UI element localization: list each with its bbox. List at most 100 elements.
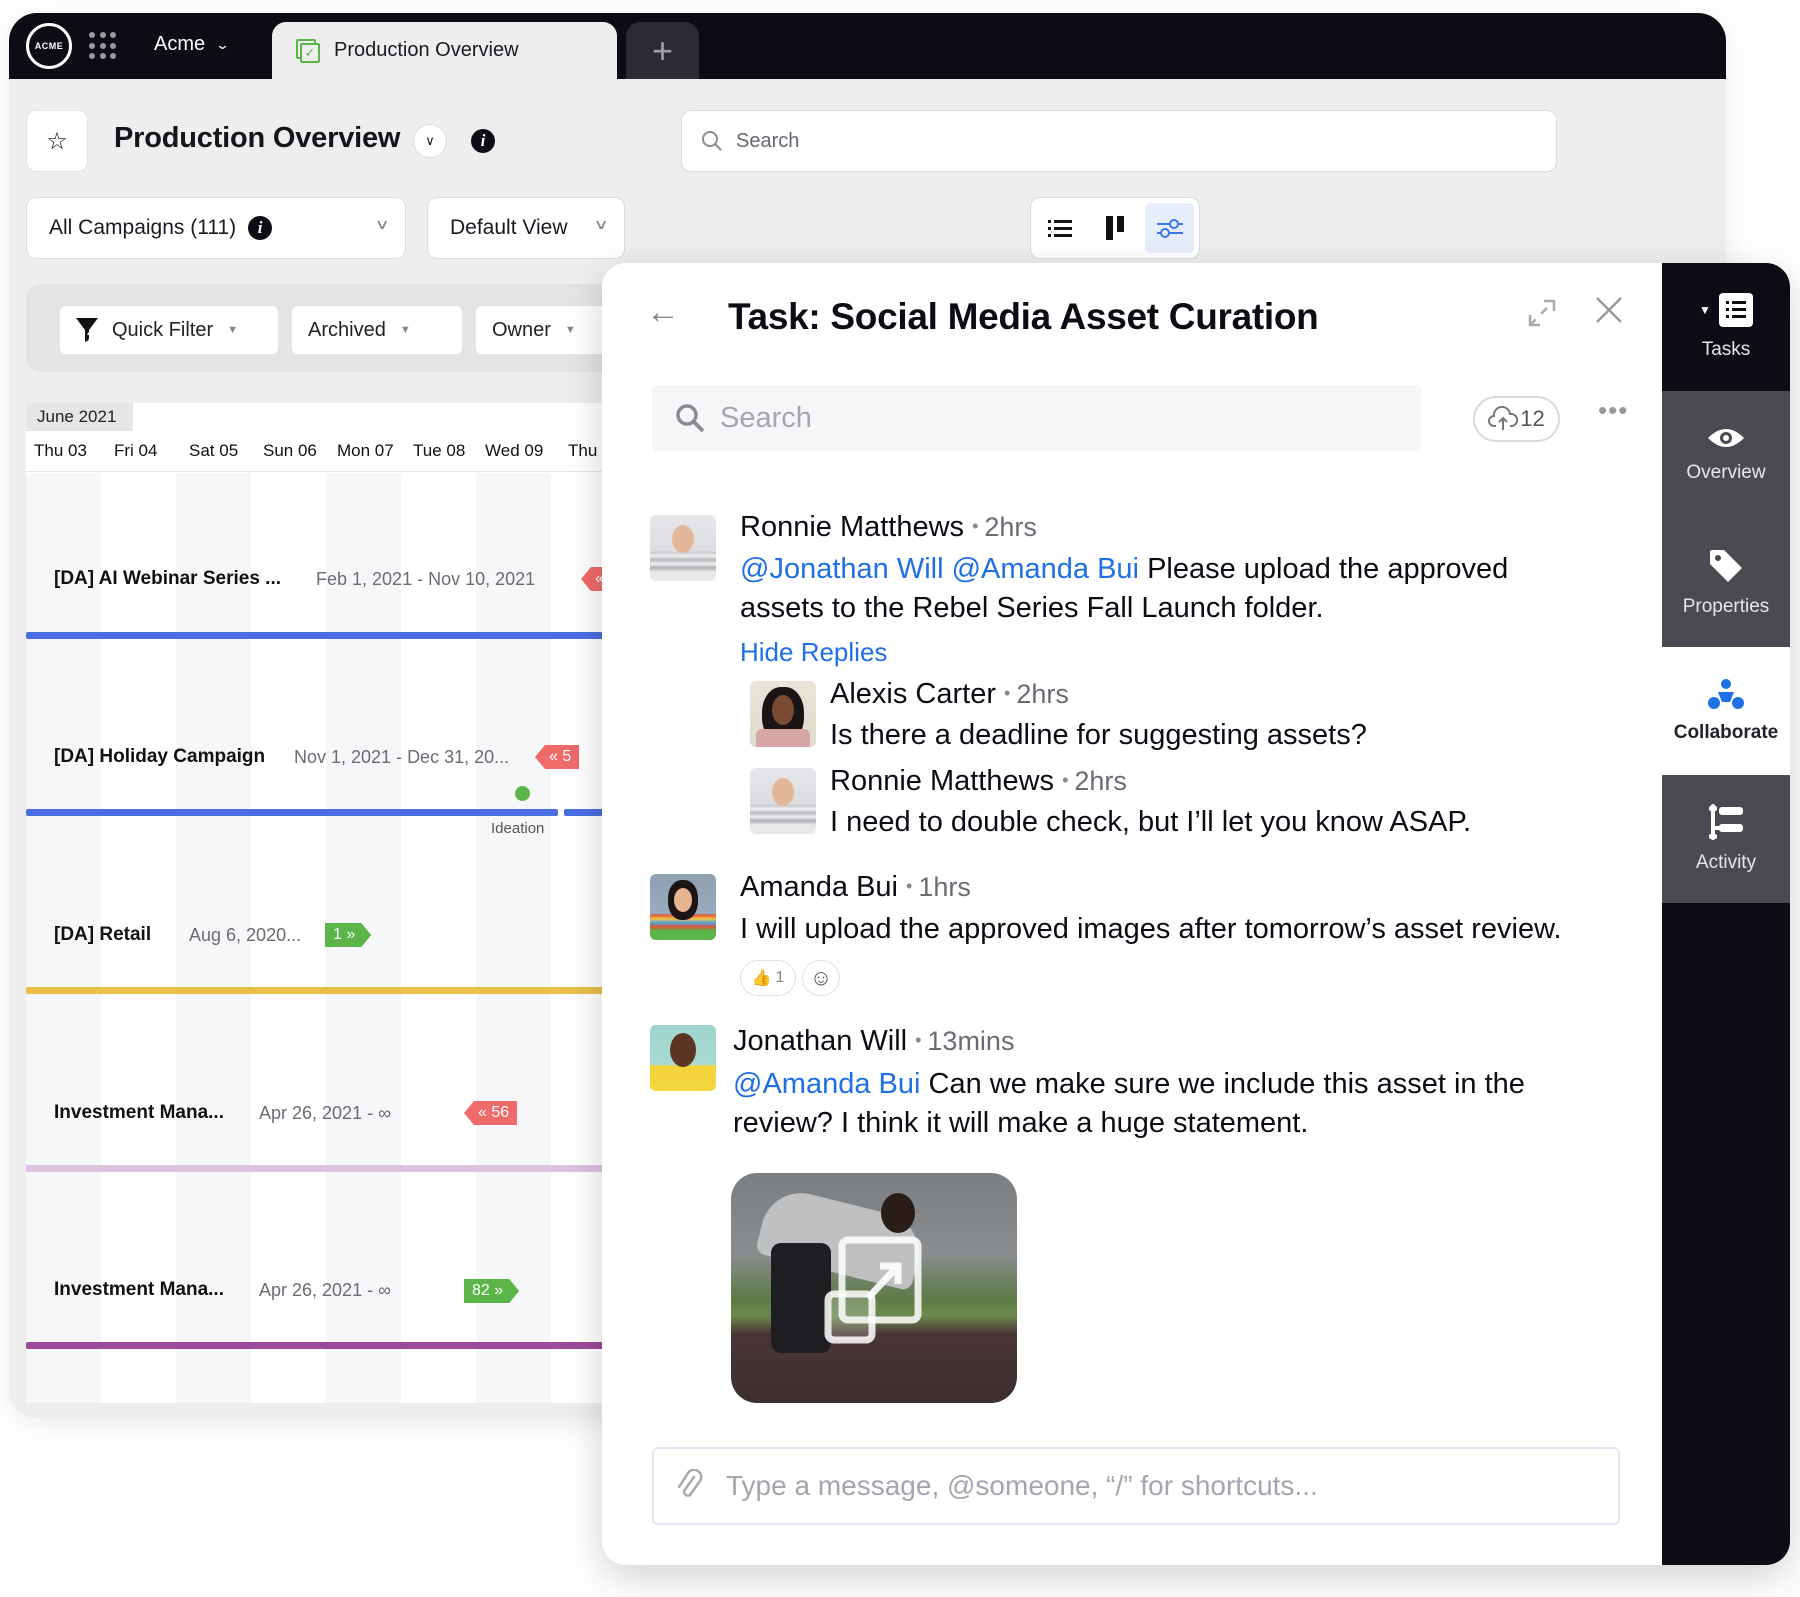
task-title: Task: Social Media Asset Curation — [728, 296, 1319, 337]
conversation-search-input[interactable] — [720, 401, 1380, 435]
campaign-name[interactable]: Investment Mana... — [54, 1102, 224, 1124]
acme-logo[interactable]: ACME — [26, 23, 72, 69]
favorite-button[interactable]: ☆ — [26, 110, 88, 172]
day-header: Sat 05 — [189, 441, 239, 460]
day-header: Wed 09 — [485, 441, 544, 460]
avatar-jonathan-will[interactable] — [650, 1025, 716, 1091]
quick-filter-button[interactable]: Quick Filter ▼ — [60, 306, 278, 354]
more-options-icon[interactable]: ••• — [1598, 395, 1628, 426]
campaign-name[interactable]: [DA] AI Webinar Series ... — [54, 568, 281, 590]
campaign-dates: Feb 1, 2021 - Nov 10, 2021 — [316, 569, 536, 589]
avatar-ronnie-matthews[interactable] — [750, 768, 816, 834]
smiley-icon: ☺ — [809, 965, 833, 990]
tag-icon — [1710, 550, 1742, 582]
ahead-badge[interactable]: 82 » — [464, 1279, 519, 1303]
conversation-search[interactable] — [652, 385, 1422, 451]
top-bar: ACME Acme ⌄ ✓ Production Overview + — [9, 13, 1726, 79]
campaign-bar[interactable] — [26, 809, 558, 816]
author-name[interactable]: Jonathan Will — [733, 1025, 907, 1057]
message-composer[interactable] — [652, 1447, 1620, 1525]
rail-label: Activity — [1695, 852, 1757, 873]
people-icon — [1708, 679, 1744, 709]
author-name[interactable]: Ronnie Matthews — [740, 511, 964, 543]
title-dropdown-button[interactable]: ∨ — [413, 124, 447, 158]
message-header: Alexis Carter • 2hrs — [830, 678, 1069, 710]
day-header: Sun 06 — [263, 441, 317, 460]
avatar-alexis-carter[interactable] — [750, 681, 816, 747]
campaign-dates: Apr 26, 2021 - ∞ — [259, 1103, 391, 1123]
hide-replies-link[interactable]: Hide Replies — [740, 637, 887, 668]
task-panel: ← Task: Social Media Asset Curation 12 •… — [602, 263, 1790, 1565]
close-icon[interactable] — [1594, 295, 1624, 325]
message-body: I will upload the approved images after … — [740, 913, 1562, 945]
avatar-amanda-bui[interactable] — [650, 874, 716, 940]
day-header: Fri 04 — [114, 441, 158, 460]
new-tab-button[interactable]: + — [626, 22, 699, 79]
board-view-button[interactable] — [1091, 203, 1140, 253]
org-switcher[interactable]: Acme ⌄ — [154, 33, 230, 56]
rail-item-overview[interactable]: Overview — [1662, 391, 1790, 519]
caret-down-icon: ▼ — [399, 324, 411, 336]
chevron-down-icon: ∨ — [374, 216, 390, 232]
open-external-icon[interactable] — [824, 1236, 924, 1344]
rail-item-tasks[interactable]: ▼ Tasks — [1662, 263, 1790, 391]
list-icon — [1048, 220, 1073, 237]
reaction-count: 1 — [775, 969, 785, 986]
tab-label: Production Overview — [334, 39, 519, 61]
message-header: Ronnie Matthews • 2hrs — [830, 765, 1127, 797]
upload-button[interactable]: 12 — [1473, 396, 1560, 442]
info-icon[interactable]: i — [471, 129, 495, 153]
campaign-dates: Apr 26, 2021 - ∞ — [259, 1280, 391, 1300]
day-header: Thu 03 — [34, 441, 87, 460]
view-select[interactable]: Default View ∨ — [427, 197, 625, 259]
author-name[interactable]: Ronnie Matthews — [830, 765, 1054, 797]
add-reaction-button[interactable]: ☺ — [802, 960, 840, 996]
campaign-dates: Nov 1, 2021 - Dec 31, 20... — [294, 747, 510, 767]
back-arrow-icon[interactable]: ← — [646, 293, 680, 332]
list-view-button[interactable] — [1036, 203, 1085, 253]
rail-label: Overview — [1686, 462, 1766, 483]
view-select-value: Default View — [450, 216, 568, 239]
campaign-select-value: All Campaigns (111) — [49, 216, 237, 239]
app-launcher-icon[interactable] — [89, 32, 117, 60]
campaign-select[interactable]: All Campaigns (111) i ∨ — [26, 197, 406, 259]
cloud-upload-icon — [1488, 406, 1519, 430]
org-name: Acme — [154, 33, 206, 55]
mention-link[interactable]: @Jonathan Will @Amanda Bui — [740, 553, 1139, 585]
reaction-thumbs-up[interactable]: 👍 1 — [740, 960, 796, 996]
gantt-view-button[interactable] — [1145, 203, 1195, 253]
panel-side-rail: ▼ Tasks Overview Properties Collaborate … — [1662, 263, 1790, 1565]
paperclip-icon[interactable] — [676, 1469, 704, 1503]
search-icon — [702, 131, 722, 151]
message-time: 2hrs — [984, 512, 1037, 542]
message-header: Amanda Bui • 1hrs — [740, 871, 971, 903]
tab-production-overview[interactable]: ✓ Production Overview — [272, 22, 617, 79]
thumbs-up-icon: 👍 — [751, 970, 772, 987]
rail-item-activity[interactable]: Activity — [1662, 775, 1790, 903]
author-name[interactable]: Alexis Carter — [830, 678, 996, 710]
filter-label: Quick Filter — [112, 318, 214, 341]
message-body: Is there a deadline for suggesting asset… — [830, 719, 1367, 751]
archived-filter-button[interactable]: Archived ▼ — [292, 306, 462, 354]
image-attachment[interactable] — [731, 1173, 1017, 1403]
campaign-name[interactable]: [DA] Holiday Campaign — [54, 746, 265, 768]
milestone-dot[interactable] — [515, 786, 530, 801]
author-name[interactable]: Amanda Bui — [740, 871, 898, 903]
avatar-ronnie-matthews[interactable] — [650, 515, 716, 581]
rail-item-collaborate[interactable]: Collaborate — [1662, 647, 1790, 775]
rail-item-properties[interactable]: Properties — [1662, 519, 1790, 647]
campaign-name[interactable]: Investment Mana... — [54, 1279, 224, 1301]
caret-down-icon: ▼ — [564, 324, 576, 336]
filter-label: Archived — [308, 318, 386, 341]
global-search-input[interactable] — [736, 129, 1496, 153]
message-input[interactable] — [726, 1470, 1586, 1502]
global-search[interactable] — [681, 110, 1557, 172]
expand-icon[interactable] — [1526, 297, 1558, 329]
owner-filter-button[interactable]: Owner ▼ — [476, 306, 612, 354]
overdue-badge[interactable]: « 56 — [464, 1101, 518, 1125]
message-body: @Amanda Bui Can we make sure we include … — [733, 1068, 1525, 1139]
info-icon[interactable]: i — [248, 216, 273, 240]
campaign-name[interactable]: [DA] Retail — [54, 924, 151, 946]
message-body: I need to double check, but I’ll let you… — [830, 806, 1472, 838]
mention-link[interactable]: @Amanda Bui — [733, 1068, 920, 1100]
